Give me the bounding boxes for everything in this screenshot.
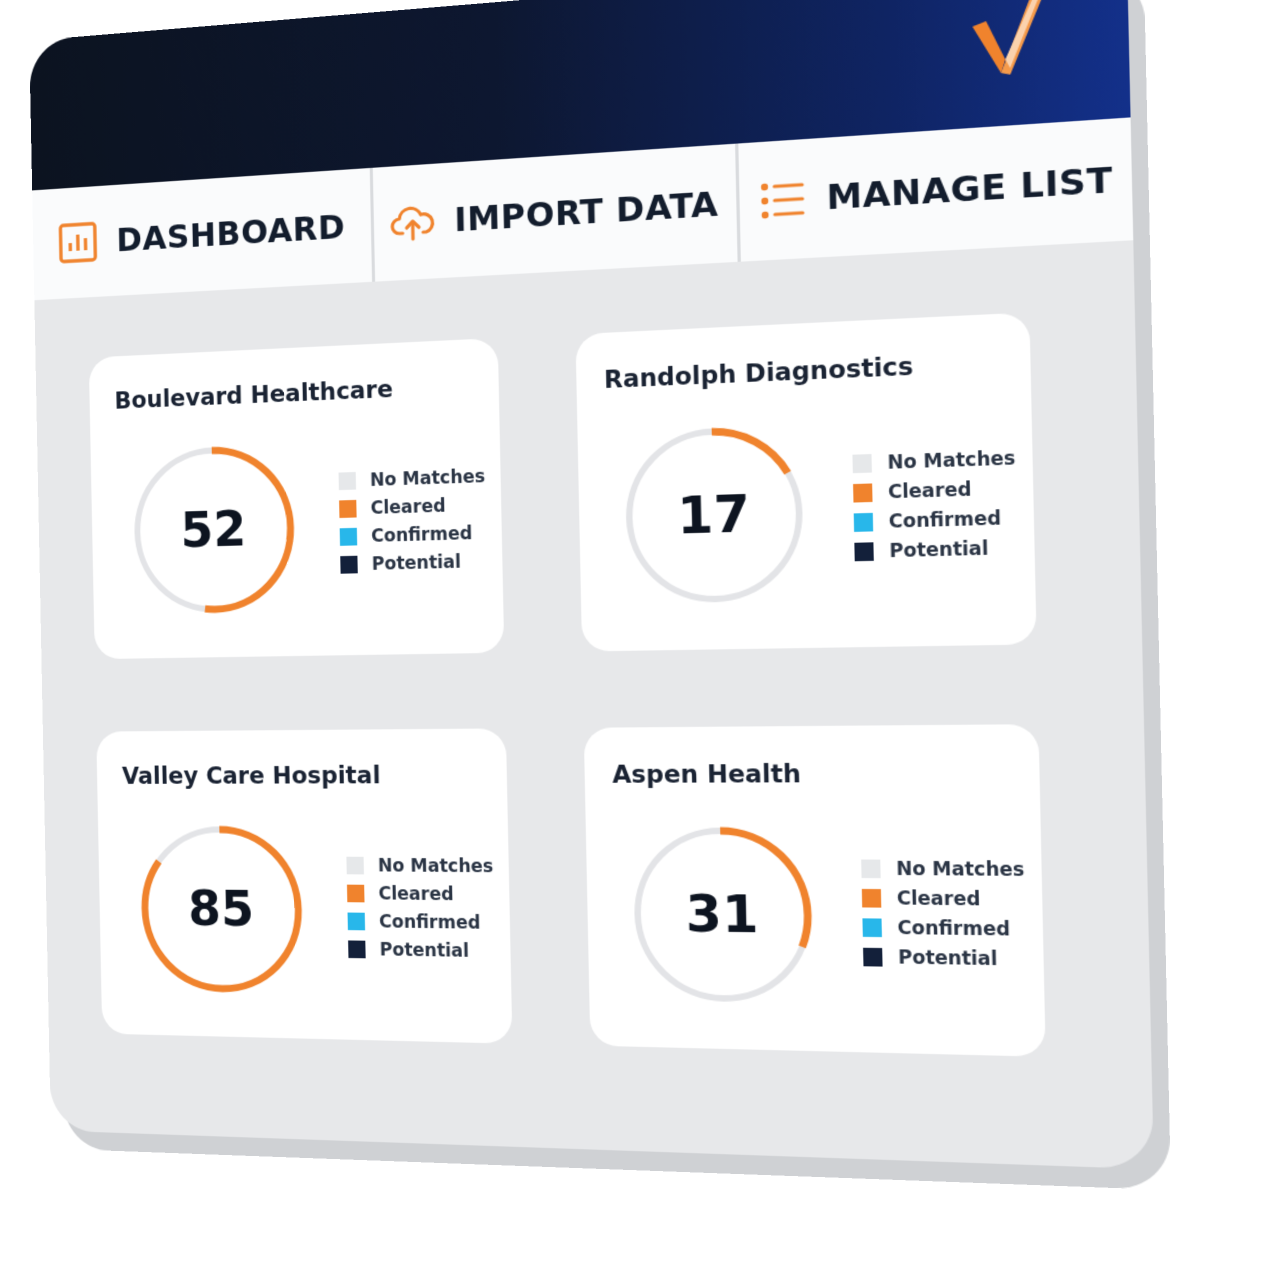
card-aspen-health[interactable]: Aspen Health 31 No Matches Cleared Confi… (583, 724, 1046, 1057)
legend-label: No Matches (377, 855, 494, 877)
legend-label: Confirmed (888, 507, 1002, 533)
app-window: DASHBOARD IMPORT DATA MANAGE LIST Boulev… (29, 0, 1154, 1170)
legend-item-confirmed: Confirmed (347, 907, 494, 937)
legend-label: No Matches (369, 465, 486, 491)
legend-item-potential: Potential (348, 935, 495, 965)
legend-swatch (862, 918, 882, 938)
tab-manage-list-label: MANAGE LIST (825, 158, 1114, 218)
legend-item-cleared: Cleared (339, 491, 486, 524)
legend-label: Confirmed (378, 911, 481, 934)
legend-item-potential: Potential (863, 942, 1027, 974)
card-title: Boulevard Healthcare (114, 376, 394, 415)
legend-swatch (346, 884, 365, 903)
legend-label: Cleared (370, 495, 446, 519)
legend-label: Cleared (887, 478, 972, 504)
tab-import-data-label: IMPORT DATA (453, 183, 719, 240)
legend-swatch (853, 483, 873, 503)
card-title: Valley Care Hospital (121, 762, 381, 790)
legend-swatch (346, 856, 364, 875)
legend-item-confirmed: Confirmed (853, 503, 1017, 537)
bar-chart-icon (57, 219, 100, 266)
card-randolph-diagnostics[interactable]: Randolph Diagnostics 17 No Matches Clear… (575, 312, 1037, 652)
legend-swatch (347, 912, 366, 931)
donut-value: 17 (676, 484, 751, 547)
tab-manage-list[interactable]: MANAGE LIST (739, 117, 1134, 261)
legend-swatch (861, 859, 881, 879)
card-title: Randolph Diagnostics (603, 352, 914, 395)
legend-item-no-matches: No Matches (346, 852, 494, 881)
legend-item-potential: Potential (854, 533, 1018, 567)
legend-label: No Matches (896, 858, 1025, 881)
legend-label: Cleared (896, 887, 981, 911)
tab-dashboard-label: DASHBOARD (115, 206, 346, 260)
list-icon (760, 175, 807, 225)
legend-swatch (861, 888, 882, 908)
checkmark-logo-icon (972, 0, 1046, 76)
legend-item-confirmed: Confirmed (862, 913, 1026, 945)
tab-import-data[interactable]: IMPORT DATA (372, 143, 742, 282)
card-boulevard-healthcare[interactable]: Boulevard Healthcare 52 No Matches Clear… (88, 337, 505, 660)
legend-item-potential: Potential (340, 547, 487, 579)
donut-value: 85 (187, 880, 255, 939)
donut-value: 31 (685, 884, 760, 946)
legend-item-confirmed: Confirmed (339, 519, 487, 551)
legend: No Matches Cleared Confirmed Potential (346, 852, 495, 966)
legend-label: No Matches (887, 447, 1016, 474)
legend-swatch (854, 542, 874, 562)
legend-swatch (348, 940, 366, 959)
legend-swatch (852, 454, 872, 474)
legend-swatch (853, 512, 874, 532)
legend-label: Potential (371, 551, 462, 575)
legend-item-no-matches: No Matches (861, 854, 1025, 885)
legend-swatch (339, 499, 357, 518)
legend: No Matches Cleared Confirmed Potential (861, 854, 1027, 974)
legend-swatch (339, 527, 358, 546)
legend: No Matches Cleared Confirmed Potential (338, 462, 487, 579)
legend-label: Potential (889, 537, 989, 563)
donut-value: 52 (180, 500, 247, 560)
legend-label: Confirmed (370, 522, 473, 547)
legend-item-cleared: Cleared (861, 883, 1026, 914)
legend-label: Potential (897, 946, 998, 971)
legend-label: Potential (379, 939, 470, 962)
legend-item-cleared: Cleared (346, 879, 494, 908)
card-title: Aspen Health (612, 760, 802, 790)
tab-dashboard[interactable]: DASHBOARD (32, 167, 375, 301)
legend-item-cleared: Cleared (853, 473, 1016, 508)
legend-label: Confirmed (897, 917, 1011, 941)
cloud-upload-icon (390, 198, 436, 246)
legend-swatch (863, 947, 883, 967)
legend: No Matches Cleared Confirmed Potential (852, 444, 1017, 567)
legend-label: Cleared (378, 883, 454, 905)
card-valley-care-hospital[interactable]: Valley Care Hospital 85 No Matches Clear… (96, 728, 513, 1044)
legend-swatch (338, 471, 357, 491)
legend-swatch (340, 555, 358, 574)
